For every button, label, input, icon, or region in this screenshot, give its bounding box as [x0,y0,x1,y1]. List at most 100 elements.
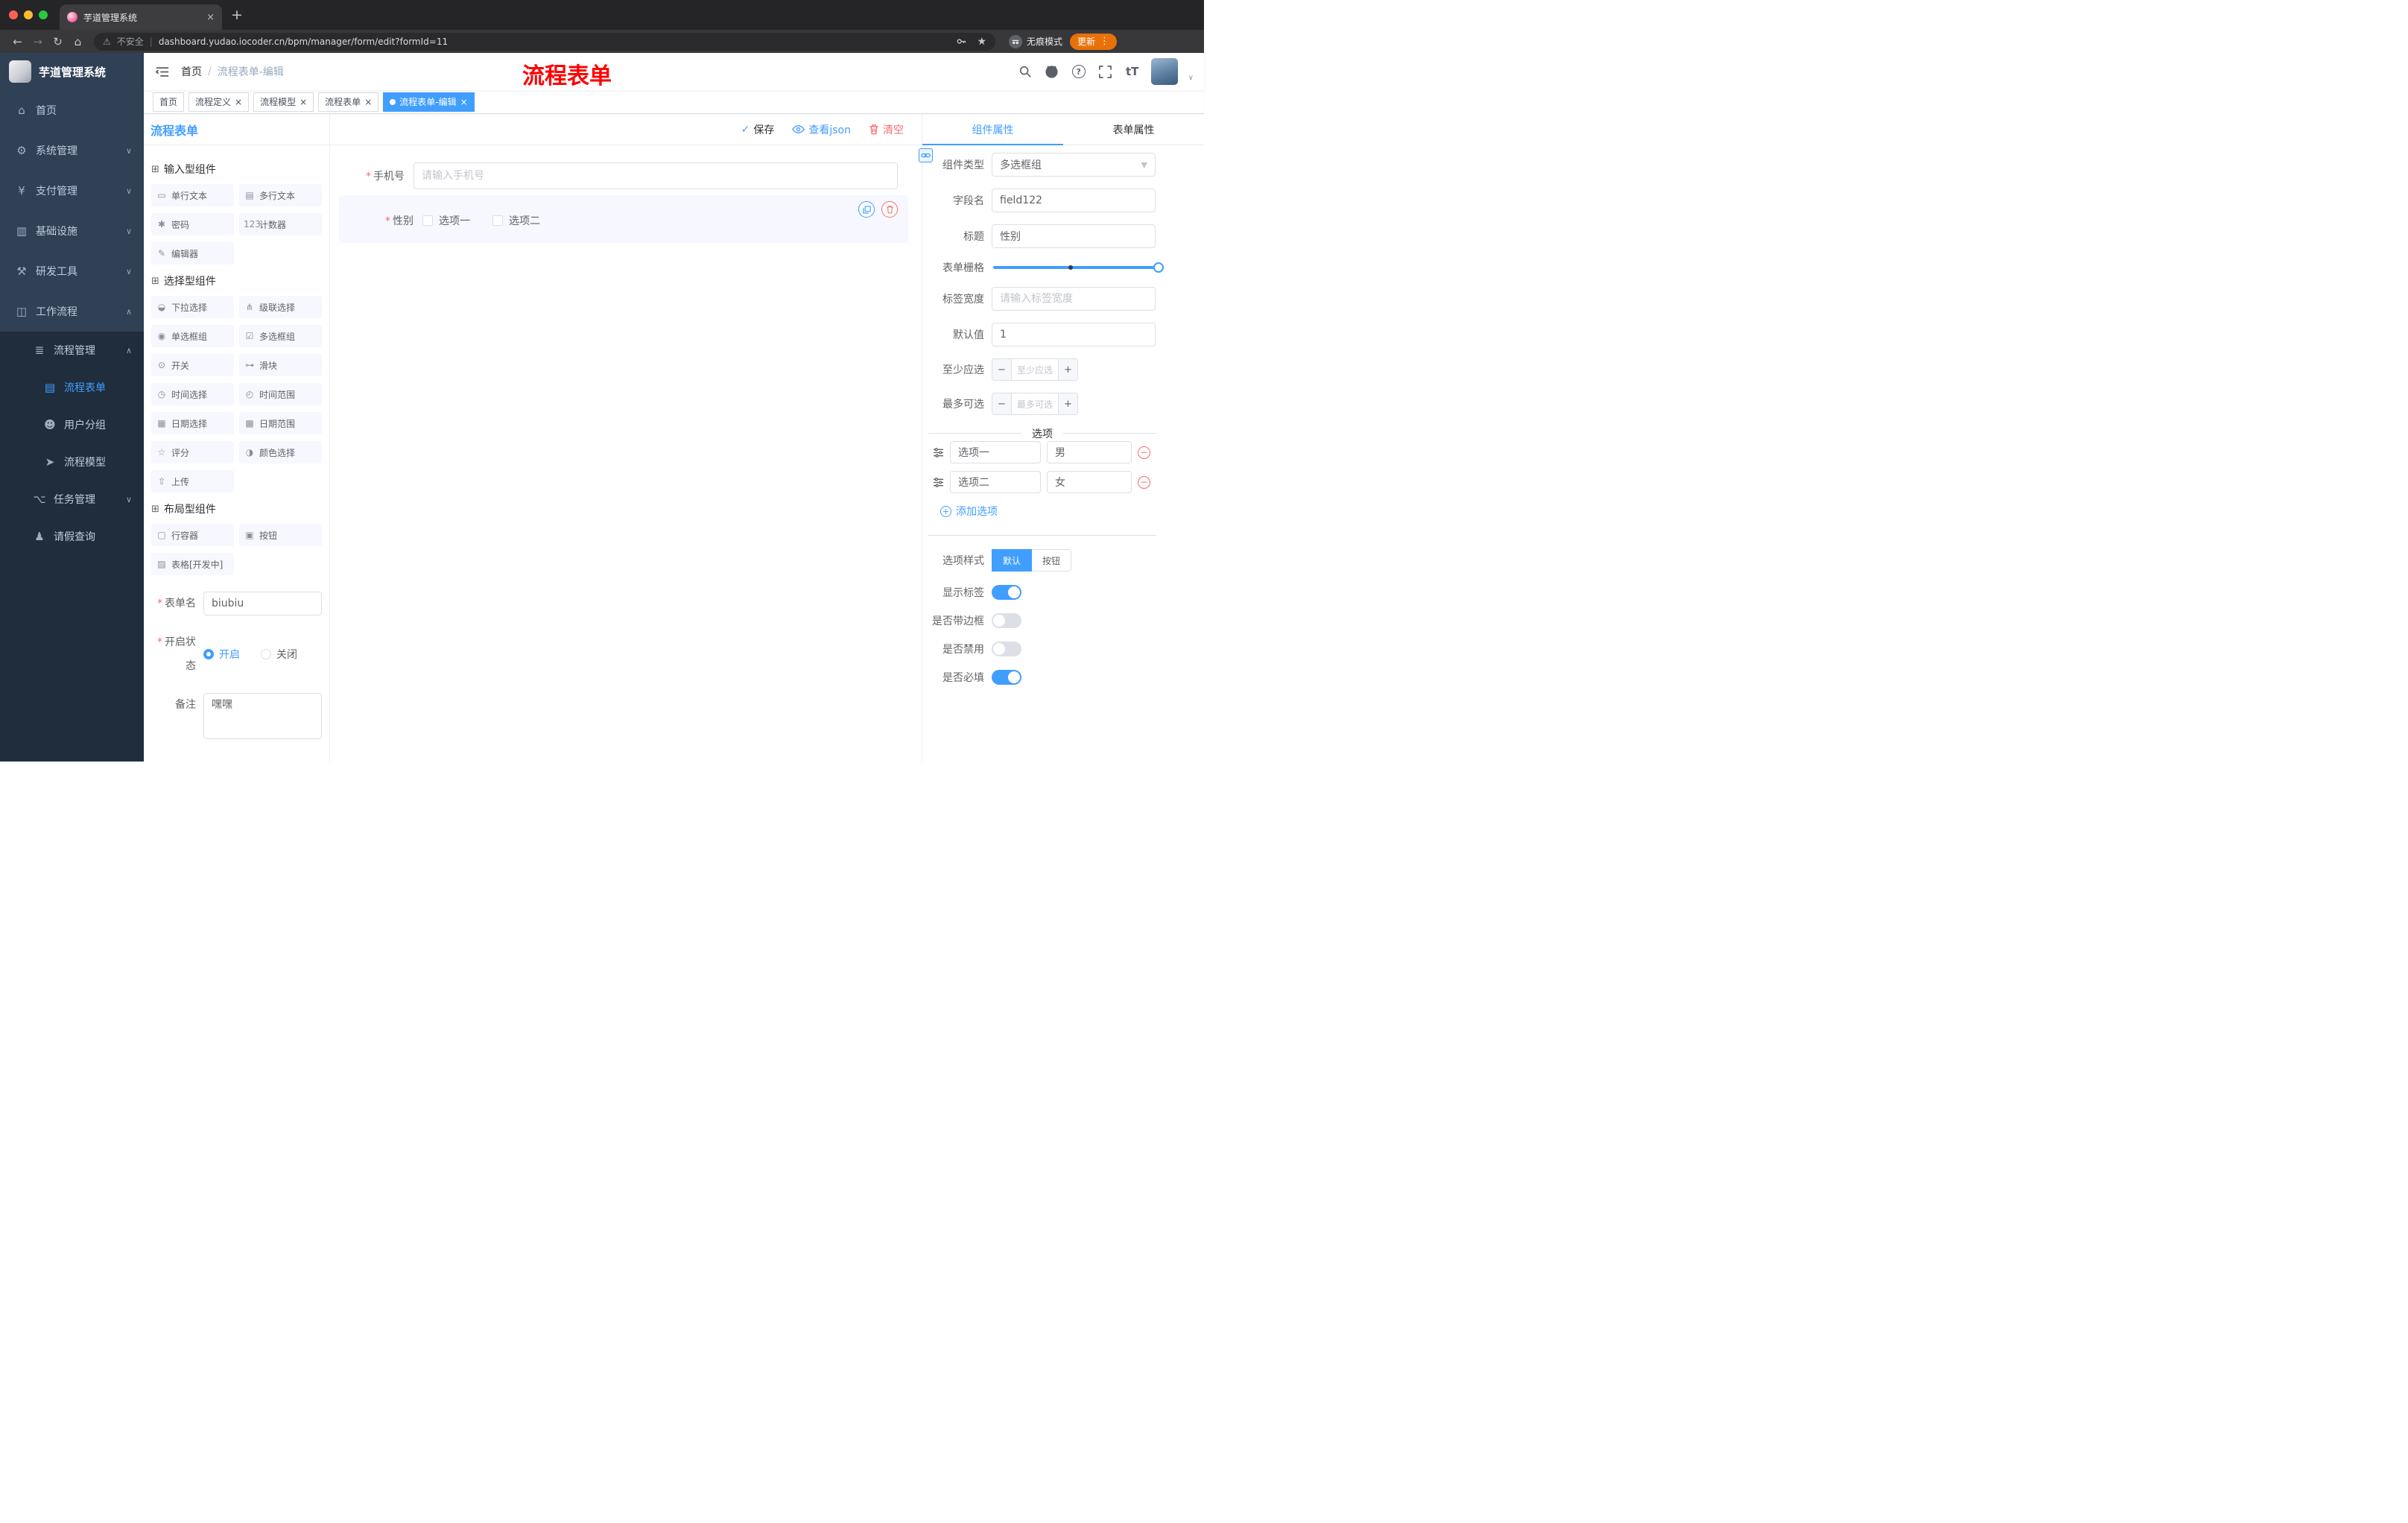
sidebar-menu-item[interactable]: ⌥ 任务管理 ∨ [0,481,144,518]
sidebar-menu-item[interactable]: ⚒ 研发工具 ∨ [0,251,144,291]
zoom-window-button[interactable] [39,10,48,19]
view-json-button[interactable]: 查看json [792,122,851,137]
sidebar-menu-item[interactable]: ⚙ 系统管理 ∨ [0,130,144,171]
minimize-window-button[interactable] [24,10,33,19]
sidebar-toggle-icon[interactable] [144,66,181,77]
sidebar-menu-item[interactable]: ▤ 流程表单 [0,369,144,406]
min-select-value[interactable]: 至少应选 [1012,359,1058,380]
option-style-button[interactable]: 默认 [992,549,1033,571]
remove-option-icon[interactable]: − [1138,446,1150,459]
tag-close-icon[interactable]: × [364,97,372,107]
link-icon[interactable] [919,148,933,162]
option-value-input[interactable] [1047,441,1132,463]
copy-field-button[interactable] [858,201,875,218]
component-item[interactable]: ☑ 多选框组 [239,325,322,347]
avatar-caret-icon[interactable]: ∨ [1188,74,1194,82]
component-item[interactable]: ▩ 日期范围 [239,412,322,434]
help-icon[interactable]: ? [1071,63,1087,80]
phone-field-row[interactable]: 手机号 [339,162,898,189]
component-type-select[interactable]: 多选框组 ▼ [992,153,1156,177]
status-on-radio[interactable]: 开启 [203,647,240,662]
title-input[interactable] [992,224,1156,248]
breadcrumb-home[interactable]: 首页 [181,64,202,79]
sidebar-menu-item[interactable]: ➤ 流程模型 [0,443,144,481]
browser-tab[interactable]: 芋道管理系统 × [60,4,222,30]
label-width-input[interactable] [992,287,1156,311]
url-text[interactable]: dashboard.yudao.iocoder.cn/bpm/manager/f… [159,37,448,47]
form-remark-textarea[interactable]: 嘿嘿 [203,693,322,739]
search-icon[interactable] [1017,63,1033,80]
phone-input[interactable] [414,162,898,189]
increase-button[interactable]: + [1058,359,1077,380]
component-item[interactable]: ◑ 颜色选择 [239,441,322,463]
tag-close-icon[interactable]: × [235,97,242,107]
sidebar-menu-item[interactable]: ☻ 用户分组 [0,406,144,443]
browser-update-button[interactable]: 更新 ⋮ [1070,33,1118,50]
gender-field-row-selected[interactable]: 性别 选项一 [339,195,908,243]
decrease-button[interactable]: − [992,393,1012,414]
sidebar-menu-item[interactable]: ⌂ 首页 [0,90,144,130]
tag[interactable]: 流程定义 × [188,92,250,112]
toggle-switch[interactable] [992,642,1021,656]
option-label-input[interactable] [950,471,1041,493]
slider-handle[interactable] [1153,262,1164,273]
component-item[interactable]: ☆ 评分 [151,441,234,463]
tag[interactable]: 流程模型 × [253,92,314,112]
delete-field-button[interactable] [881,201,898,218]
decrease-button[interactable]: − [992,359,1012,380]
component-item[interactable]: ▣ 按钮 [239,524,322,546]
checkbox-option[interactable]: 选项一 [422,213,470,228]
sidebar-menu-item[interactable]: ♟ 请假查询 [0,518,144,555]
sidebar-menu-item[interactable]: ¥ 支付管理 ∨ [0,171,144,211]
drag-sliders-icon[interactable] [933,477,944,487]
tag-close-icon[interactable]: × [460,97,468,107]
home-icon[interactable]: ⌂ [68,35,88,48]
toggle-switch[interactable] [992,670,1021,685]
component-item[interactable]: ◉ 单选框组 [151,325,234,347]
github-icon[interactable] [1044,63,1060,80]
font-size-icon[interactable]: tT [1124,63,1141,80]
default-value-input[interactable] [992,323,1156,346]
component-item[interactable]: 123 计数器 [239,213,322,235]
option-label-input[interactable] [950,441,1041,463]
remove-option-icon[interactable]: − [1138,475,1150,489]
component-item[interactable]: ◷ 时间选择 [151,383,234,405]
component-item[interactable]: ⋔ 级联选择 [239,296,322,318]
form-grid-slider[interactable] [993,262,1164,273]
option-value-input[interactable] [1047,471,1132,493]
security-warning-icon[interactable]: ⚠ [103,37,111,47]
component-item[interactable]: ⇧ 上传 [151,470,234,493]
forward-icon[interactable]: → [28,35,48,48]
new-tab-button[interactable]: + [231,7,243,23]
sidebar-menu-item[interactable]: ≣ 流程管理 ∧ [0,332,144,369]
checkbox-icon[interactable] [422,215,433,226]
component-item[interactable]: ◒ 下拉选择 [151,296,234,318]
address-bar[interactable]: ⚠ 不安全 | dashboard.yudao.iocoder.cn/bpm/m… [94,32,995,51]
checkbox-icon[interactable] [492,215,503,226]
save-button[interactable]: ✓ 保存 [741,122,775,137]
clear-button[interactable]: 清空 [869,122,904,137]
toggle-switch[interactable] [992,613,1021,628]
tag-close-icon[interactable]: × [300,97,307,107]
component-item[interactable]: ▭ 单行文本 [151,184,234,206]
avatar[interactable] [1150,58,1178,85]
tag[interactable]: 首页 × [153,92,185,112]
tab-component-props[interactable]: 组件属性 [922,114,1063,145]
sidebar-menu-item[interactable]: ▥ 基础设施 ∨ [0,211,144,251]
component-item[interactable]: ✱ 密码 [151,213,234,235]
tag[interactable]: 流程表单 × [318,92,379,112]
drag-sliders-icon[interactable] [933,447,944,457]
tag[interactable]: 流程表单-编辑 × [383,92,475,112]
component-item[interactable]: ▦ 日期选择 [151,412,234,434]
tab-close-icon[interactable]: × [206,12,215,23]
fullscreen-icon[interactable] [1097,63,1114,80]
sidebar-menu-item[interactable]: ◫ 工作流程 ∧ [0,291,144,332]
key-icon[interactable] [953,34,969,50]
reload-icon[interactable]: ↻ [48,35,68,48]
increase-button[interactable]: + [1058,393,1077,414]
add-option-button[interactable]: + 添加选项 [940,504,1204,519]
component-item[interactable]: ◴ 时间范围 [239,383,322,405]
component-item[interactable]: ▨ 表格[开发中] [151,553,234,575]
security-label[interactable]: 不安全 [117,35,144,48]
component-item[interactable]: ⊶ 滑块 [239,354,322,376]
